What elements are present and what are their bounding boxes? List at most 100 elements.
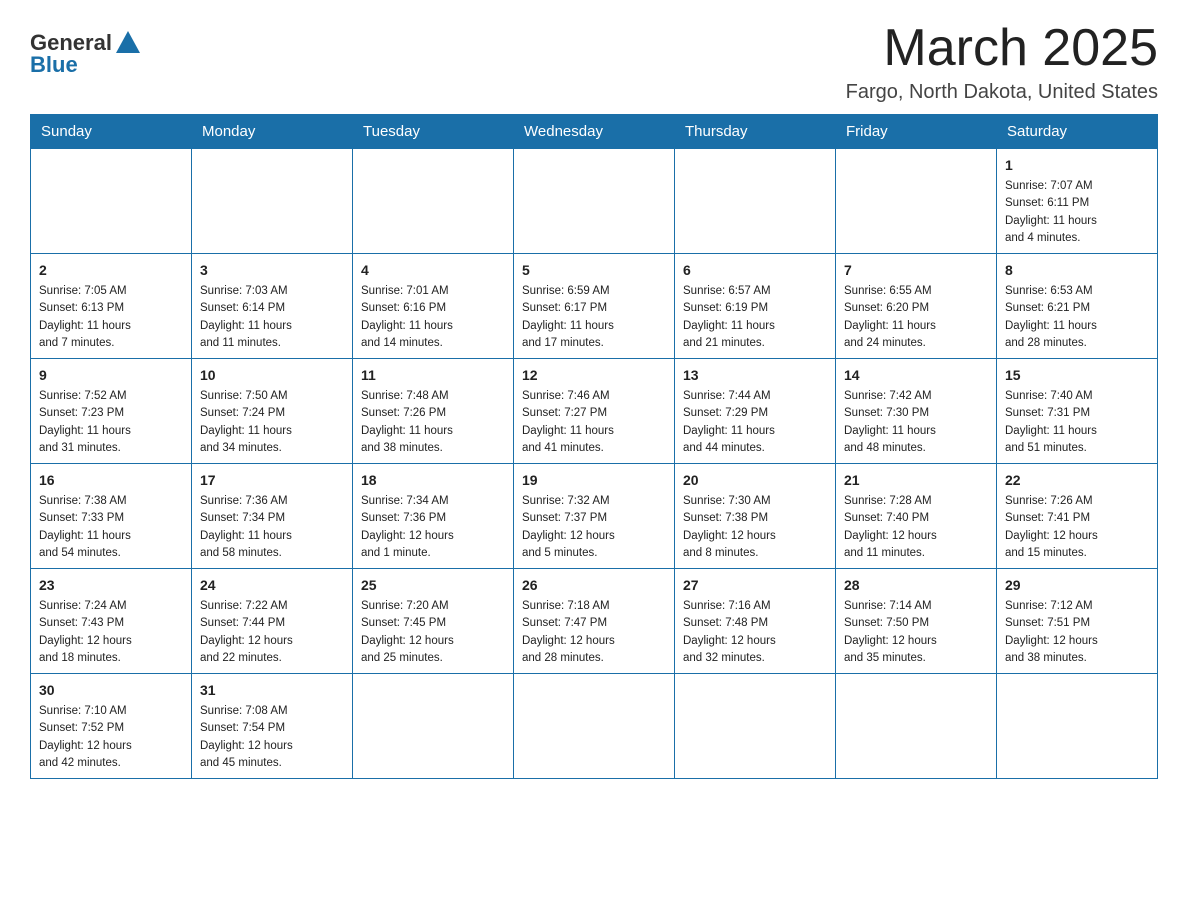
calendar-day-cell: 20Sunrise: 7:30 AM Sunset: 7:38 PM Dayli… [675, 464, 836, 569]
calendar-day-cell: 11Sunrise: 7:48 AM Sunset: 7:26 PM Dayli… [353, 359, 514, 464]
day-number: 8 [1005, 260, 1149, 281]
calendar-day-cell: 12Sunrise: 7:46 AM Sunset: 7:27 PM Dayli… [514, 359, 675, 464]
logo-triangle-icon [116, 31, 140, 53]
calendar-day-cell: 8Sunrise: 6:53 AM Sunset: 6:21 PM Daylig… [997, 254, 1158, 359]
calendar-day-cell: 7Sunrise: 6:55 AM Sunset: 6:20 PM Daylig… [836, 254, 997, 359]
calendar-day-cell [353, 674, 514, 779]
calendar-week-row: 16Sunrise: 7:38 AM Sunset: 7:33 PM Dayli… [31, 464, 1158, 569]
day-of-week-header: Friday [836, 115, 997, 149]
day-number: 28 [844, 575, 988, 596]
calendar-day-cell [353, 149, 514, 254]
day-number: 27 [683, 575, 827, 596]
day-number: 21 [844, 470, 988, 491]
day-number: 31 [200, 680, 344, 701]
day-info: Sunrise: 7:03 AM Sunset: 6:14 PM Dayligh… [200, 283, 344, 352]
calendar-day-cell: 3Sunrise: 7:03 AM Sunset: 6:14 PM Daylig… [192, 254, 353, 359]
day-of-week-header: Sunday [31, 115, 192, 149]
day-info: Sunrise: 6:55 AM Sunset: 6:20 PM Dayligh… [844, 283, 988, 352]
calendar-day-cell: 9Sunrise: 7:52 AM Sunset: 7:23 PM Daylig… [31, 359, 192, 464]
calendar-day-cell [675, 149, 836, 254]
day-info: Sunrise: 7:08 AM Sunset: 7:54 PM Dayligh… [200, 703, 344, 772]
day-number: 22 [1005, 470, 1149, 491]
calendar-day-cell: 18Sunrise: 7:34 AM Sunset: 7:36 PM Dayli… [353, 464, 514, 569]
calendar-week-row: 30Sunrise: 7:10 AM Sunset: 7:52 PM Dayli… [31, 674, 1158, 779]
calendar-day-cell: 27Sunrise: 7:16 AM Sunset: 7:48 PM Dayli… [675, 569, 836, 674]
day-number: 24 [200, 575, 344, 596]
day-info: Sunrise: 7:52 AM Sunset: 7:23 PM Dayligh… [39, 388, 183, 457]
location-title: Fargo, North Dakota, United States [846, 81, 1158, 104]
day-info: Sunrise: 7:18 AM Sunset: 7:47 PM Dayligh… [522, 598, 666, 667]
calendar-day-cell: 2Sunrise: 7:05 AM Sunset: 6:13 PM Daylig… [31, 254, 192, 359]
day-info: Sunrise: 7:24 AM Sunset: 7:43 PM Dayligh… [39, 598, 183, 667]
calendar-day-cell [192, 149, 353, 254]
title-section: March 2025 Fargo, North Dakota, United S… [846, 20, 1158, 104]
day-number: 4 [361, 260, 505, 281]
day-number: 3 [200, 260, 344, 281]
day-info: Sunrise: 7:42 AM Sunset: 7:30 PM Dayligh… [844, 388, 988, 457]
calendar-day-cell: 16Sunrise: 7:38 AM Sunset: 7:33 PM Dayli… [31, 464, 192, 569]
day-of-week-header: Thursday [675, 115, 836, 149]
day-number: 30 [39, 680, 183, 701]
calendar-header-row: SundayMondayTuesdayWednesdayThursdayFrid… [31, 115, 1158, 149]
calendar-day-cell [675, 674, 836, 779]
calendar-day-cell: 17Sunrise: 7:36 AM Sunset: 7:34 PM Dayli… [192, 464, 353, 569]
day-number: 9 [39, 365, 183, 386]
logo-blue-text: Blue [30, 52, 78, 78]
month-title: March 2025 [846, 20, 1158, 77]
day-info: Sunrise: 6:53 AM Sunset: 6:21 PM Dayligh… [1005, 283, 1149, 352]
day-number: 5 [522, 260, 666, 281]
day-info: Sunrise: 6:59 AM Sunset: 6:17 PM Dayligh… [522, 283, 666, 352]
day-number: 23 [39, 575, 183, 596]
calendar-week-row: 2Sunrise: 7:05 AM Sunset: 6:13 PM Daylig… [31, 254, 1158, 359]
day-info: Sunrise: 7:38 AM Sunset: 7:33 PM Dayligh… [39, 493, 183, 562]
calendar-day-cell: 1Sunrise: 7:07 AM Sunset: 6:11 PM Daylig… [997, 149, 1158, 254]
day-info: Sunrise: 7:40 AM Sunset: 7:31 PM Dayligh… [1005, 388, 1149, 457]
day-of-week-header: Wednesday [514, 115, 675, 149]
calendar-day-cell: 24Sunrise: 7:22 AM Sunset: 7:44 PM Dayli… [192, 569, 353, 674]
calendar-day-cell [836, 674, 997, 779]
day-info: Sunrise: 7:05 AM Sunset: 6:13 PM Dayligh… [39, 283, 183, 352]
day-number: 10 [200, 365, 344, 386]
calendar-day-cell: 23Sunrise: 7:24 AM Sunset: 7:43 PM Dayli… [31, 569, 192, 674]
day-info: Sunrise: 7:20 AM Sunset: 7:45 PM Dayligh… [361, 598, 505, 667]
logo: General Blue [30, 20, 140, 78]
day-info: Sunrise: 6:57 AM Sunset: 6:19 PM Dayligh… [683, 283, 827, 352]
day-info: Sunrise: 7:07 AM Sunset: 6:11 PM Dayligh… [1005, 178, 1149, 247]
calendar-day-cell: 10Sunrise: 7:50 AM Sunset: 7:24 PM Dayli… [192, 359, 353, 464]
day-number: 19 [522, 470, 666, 491]
day-info: Sunrise: 7:28 AM Sunset: 7:40 PM Dayligh… [844, 493, 988, 562]
calendar-day-cell: 5Sunrise: 6:59 AM Sunset: 6:17 PM Daylig… [514, 254, 675, 359]
calendar-day-cell [836, 149, 997, 254]
calendar-day-cell: 25Sunrise: 7:20 AM Sunset: 7:45 PM Dayli… [353, 569, 514, 674]
calendar-day-cell: 29Sunrise: 7:12 AM Sunset: 7:51 PM Dayli… [997, 569, 1158, 674]
day-info: Sunrise: 7:50 AM Sunset: 7:24 PM Dayligh… [200, 388, 344, 457]
day-number: 13 [683, 365, 827, 386]
calendar-day-cell [514, 674, 675, 779]
calendar-day-cell: 14Sunrise: 7:42 AM Sunset: 7:30 PM Dayli… [836, 359, 997, 464]
day-number: 29 [1005, 575, 1149, 596]
day-of-week-header: Saturday [997, 115, 1158, 149]
day-info: Sunrise: 7:16 AM Sunset: 7:48 PM Dayligh… [683, 598, 827, 667]
day-info: Sunrise: 7:36 AM Sunset: 7:34 PM Dayligh… [200, 493, 344, 562]
day-number: 14 [844, 365, 988, 386]
calendar-day-cell: 31Sunrise: 7:08 AM Sunset: 7:54 PM Dayli… [192, 674, 353, 779]
day-of-week-header: Tuesday [353, 115, 514, 149]
day-info: Sunrise: 7:44 AM Sunset: 7:29 PM Dayligh… [683, 388, 827, 457]
calendar-day-cell: 26Sunrise: 7:18 AM Sunset: 7:47 PM Dayli… [514, 569, 675, 674]
day-number: 16 [39, 470, 183, 491]
day-number: 6 [683, 260, 827, 281]
day-info: Sunrise: 7:26 AM Sunset: 7:41 PM Dayligh… [1005, 493, 1149, 562]
calendar-week-row: 23Sunrise: 7:24 AM Sunset: 7:43 PM Dayli… [31, 569, 1158, 674]
day-of-week-header: Monday [192, 115, 353, 149]
day-number: 15 [1005, 365, 1149, 386]
day-number: 25 [361, 575, 505, 596]
day-info: Sunrise: 7:34 AM Sunset: 7:36 PM Dayligh… [361, 493, 505, 562]
day-info: Sunrise: 7:01 AM Sunset: 6:16 PM Dayligh… [361, 283, 505, 352]
day-number: 2 [39, 260, 183, 281]
day-info: Sunrise: 7:14 AM Sunset: 7:50 PM Dayligh… [844, 598, 988, 667]
calendar-day-cell: 4Sunrise: 7:01 AM Sunset: 6:16 PM Daylig… [353, 254, 514, 359]
day-info: Sunrise: 7:12 AM Sunset: 7:51 PM Dayligh… [1005, 598, 1149, 667]
calendar-day-cell: 28Sunrise: 7:14 AM Sunset: 7:50 PM Dayli… [836, 569, 997, 674]
day-number: 1 [1005, 155, 1149, 176]
day-info: Sunrise: 7:32 AM Sunset: 7:37 PM Dayligh… [522, 493, 666, 562]
